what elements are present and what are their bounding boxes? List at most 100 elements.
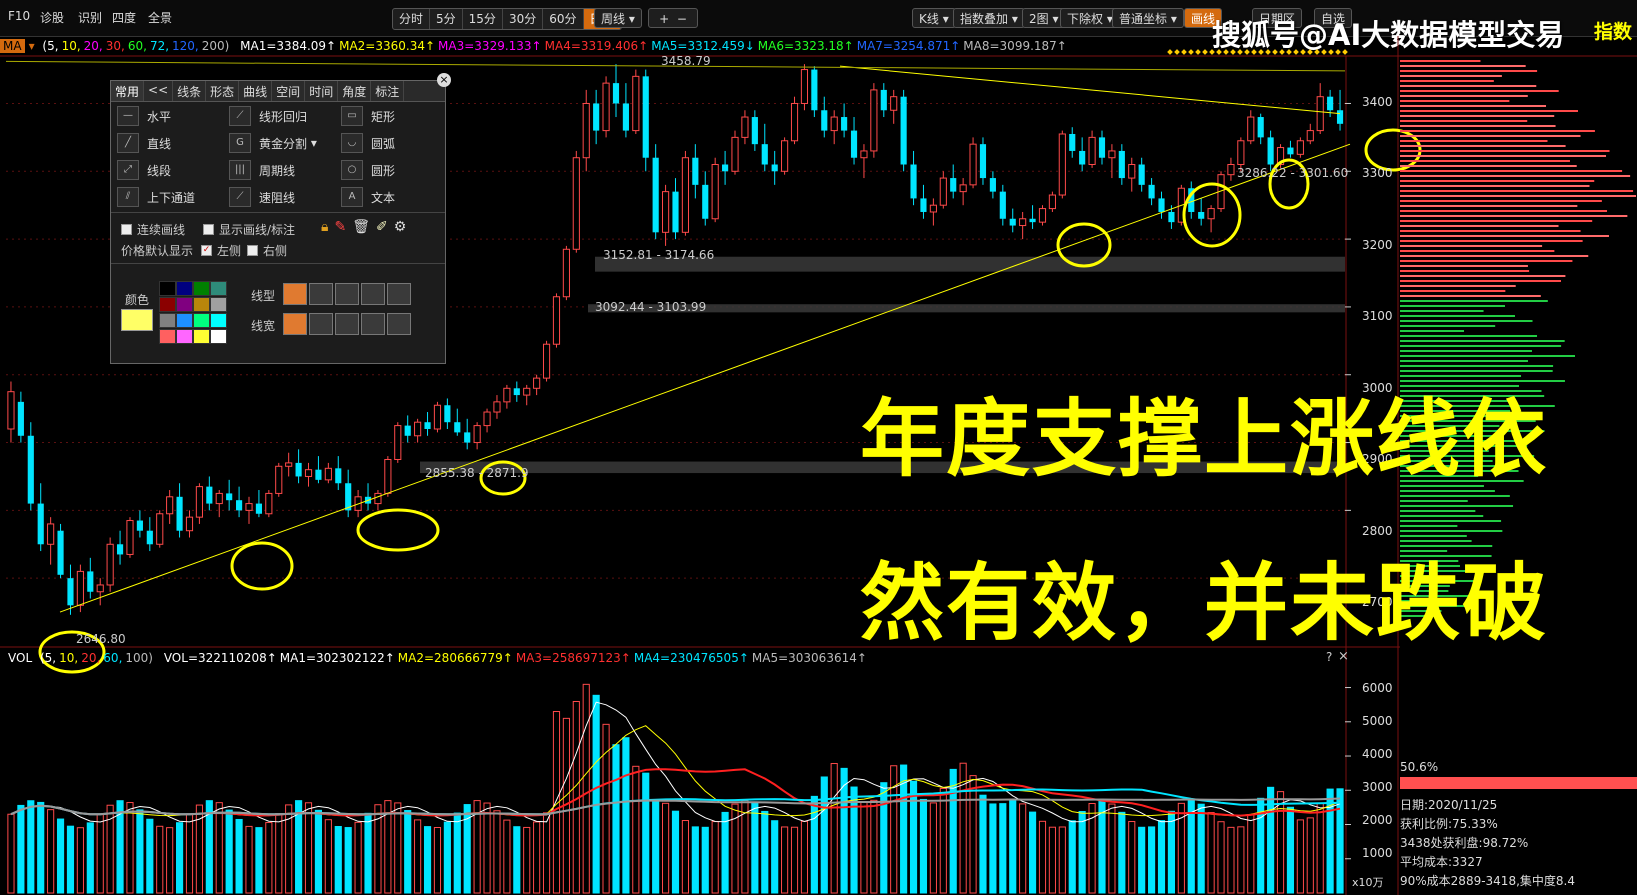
tool-speed-resistance[interactable]: ⟋ 速阻线 (229, 187, 295, 207)
chip-bar (1400, 525, 1458, 527)
tool-cycle-lines[interactable]: ||| 周期线 (229, 160, 295, 180)
volume-bar (1058, 826, 1066, 894)
color-swatch[interactable] (159, 281, 176, 296)
marker-diamond (1258, 49, 1264, 55)
tool-text[interactable]: A 文本 (341, 187, 395, 207)
volume-bar (1267, 786, 1275, 894)
volume-bar (1128, 821, 1136, 894)
vol-param-3: 60, (103, 651, 123, 665)
candle-body (1079, 150, 1086, 165)
tab-time[interactable]: 时间 (305, 81, 339, 101)
volume-bar (642, 772, 650, 894)
candle-body (1088, 136, 1096, 166)
candle-body (285, 462, 293, 467)
opt-continuous[interactable]: 连续画线 (121, 221, 185, 238)
chip-bar (1400, 175, 1631, 177)
volume-bar (919, 798, 928, 894)
eraser-icon[interactable]: ✎ (334, 219, 352, 235)
color-swatch[interactable] (159, 329, 176, 344)
tab-collapse[interactable]: << (144, 81, 174, 101)
linetype-dashed[interactable] (335, 283, 359, 305)
color-swatch[interactable] (193, 329, 210, 344)
volume-bar (404, 810, 412, 894)
chip-bar (1400, 115, 1555, 117)
color-swatch[interactable] (176, 281, 193, 296)
tab-patterns[interactable]: 形态 (206, 81, 240, 101)
price-axis-label: 3100 (1362, 309, 1393, 323)
tool-golden-ratio[interactable]: G 黄金分割 ▾ (229, 133, 317, 153)
color-swatch[interactable] (159, 297, 176, 312)
vol-tag[interactable]: VOL (8, 651, 32, 665)
color-swatch[interactable] (193, 297, 210, 312)
candle-body (206, 486, 213, 504)
chip-percent: 50.6% (1400, 760, 1439, 774)
opt-show-drawings[interactable]: 显示画线/标注 (203, 221, 295, 238)
color-swatch[interactable] (176, 329, 193, 344)
candle-body (969, 143, 977, 186)
tab-space[interactable]: 空间 (272, 81, 306, 101)
marker-diamond (1209, 49, 1215, 55)
tab-lines[interactable]: 线条 (173, 81, 207, 101)
overlay-headline-2: 然有效，并未跌破 (860, 554, 1549, 652)
candle-body (939, 177, 947, 206)
linewidth-5[interactable] (387, 313, 411, 335)
linewidth-2[interactable] (309, 313, 333, 335)
tool-horizontal[interactable]: — 水平 (117, 106, 171, 126)
tool-channel[interactable]: ⫽ 上下通道 (117, 187, 195, 207)
linewidth-4[interactable] (361, 313, 385, 335)
candle-body (1306, 130, 1314, 142)
linetype-solid[interactable] (283, 283, 307, 305)
candle-body (116, 544, 124, 555)
color-swatch[interactable] (159, 313, 176, 328)
tool-segment[interactable]: ⤢ 线段 (117, 160, 171, 180)
lock-icon[interactable]: 🔒︎ (321, 219, 334, 235)
tool-rectangle[interactable]: ▭ 矩形 (341, 106, 395, 126)
opt-left[interactable]: ✓ 左侧 (201, 242, 241, 259)
linetype-dotted[interactable] (309, 283, 333, 305)
chip-bar (1400, 225, 1559, 227)
selected-color-swatch[interactable] (121, 309, 153, 331)
linetype-label: 线型 (251, 289, 276, 303)
tool-arc[interactable]: ◡ 圆弧 (341, 133, 395, 153)
tab-annotate[interactable]: 标注 (371, 81, 405, 101)
linewidth-1[interactable] (283, 313, 307, 335)
color-swatch[interactable] (176, 313, 193, 328)
color-swatch[interactable] (176, 297, 193, 312)
volume-bar (790, 826, 799, 894)
tool-linear-regression[interactable]: ⟋ 线形回归 (229, 106, 307, 126)
close-icon[interactable]: × (437, 73, 451, 87)
candle-body (602, 82, 610, 132)
candle-body (950, 178, 957, 192)
vol-param-0: (5, (39, 651, 57, 665)
linetype-dashdot[interactable] (361, 283, 385, 305)
color-swatch[interactable] (193, 281, 210, 296)
tool-circle[interactable]: ○ 圆形 (341, 160, 395, 180)
volume-bar (880, 782, 888, 894)
color-swatch[interactable] (210, 313, 227, 328)
brush-icon[interactable]: ✐ (376, 219, 394, 235)
opt-right[interactable]: 右侧 (247, 242, 287, 259)
trash-icon[interactable]: 🗑︎ (352, 219, 376, 235)
candle-body (47, 523, 55, 545)
tab-curves[interactable]: 曲线 (239, 81, 273, 101)
tab-angle[interactable]: 角度 (338, 81, 372, 101)
volume-bar (453, 812, 461, 894)
chip-bar (1400, 520, 1502, 522)
divider (111, 263, 445, 264)
tool-straight-line[interactable]: ╱ 直线 (117, 133, 171, 153)
linetype-longdash[interactable] (387, 283, 411, 305)
gear-icon[interactable]: ⚙ (394, 219, 413, 235)
color-swatch[interactable] (210, 329, 227, 344)
vol-value-2: MA2=280666779↑ (397, 651, 513, 665)
color-swatch[interactable] (210, 281, 227, 296)
volume-bar (1048, 826, 1056, 894)
candle-body (67, 578, 74, 606)
tool-label: 黄金分割 (259, 136, 308, 151)
linewidth-3[interactable] (335, 313, 359, 335)
arc-icon: ◡ (341, 133, 363, 153)
tab-common[interactable]: 常用 (111, 81, 145, 101)
chip-bar (1400, 170, 1623, 172)
color-swatch[interactable] (193, 313, 210, 328)
color-swatch[interactable] (210, 297, 227, 312)
drawing-tools-panel: × 常用 << 线条 形态 曲线 空间 时间 角度 标注 — 水平 ⟋ 线形回归 ▭… (110, 73, 451, 364)
